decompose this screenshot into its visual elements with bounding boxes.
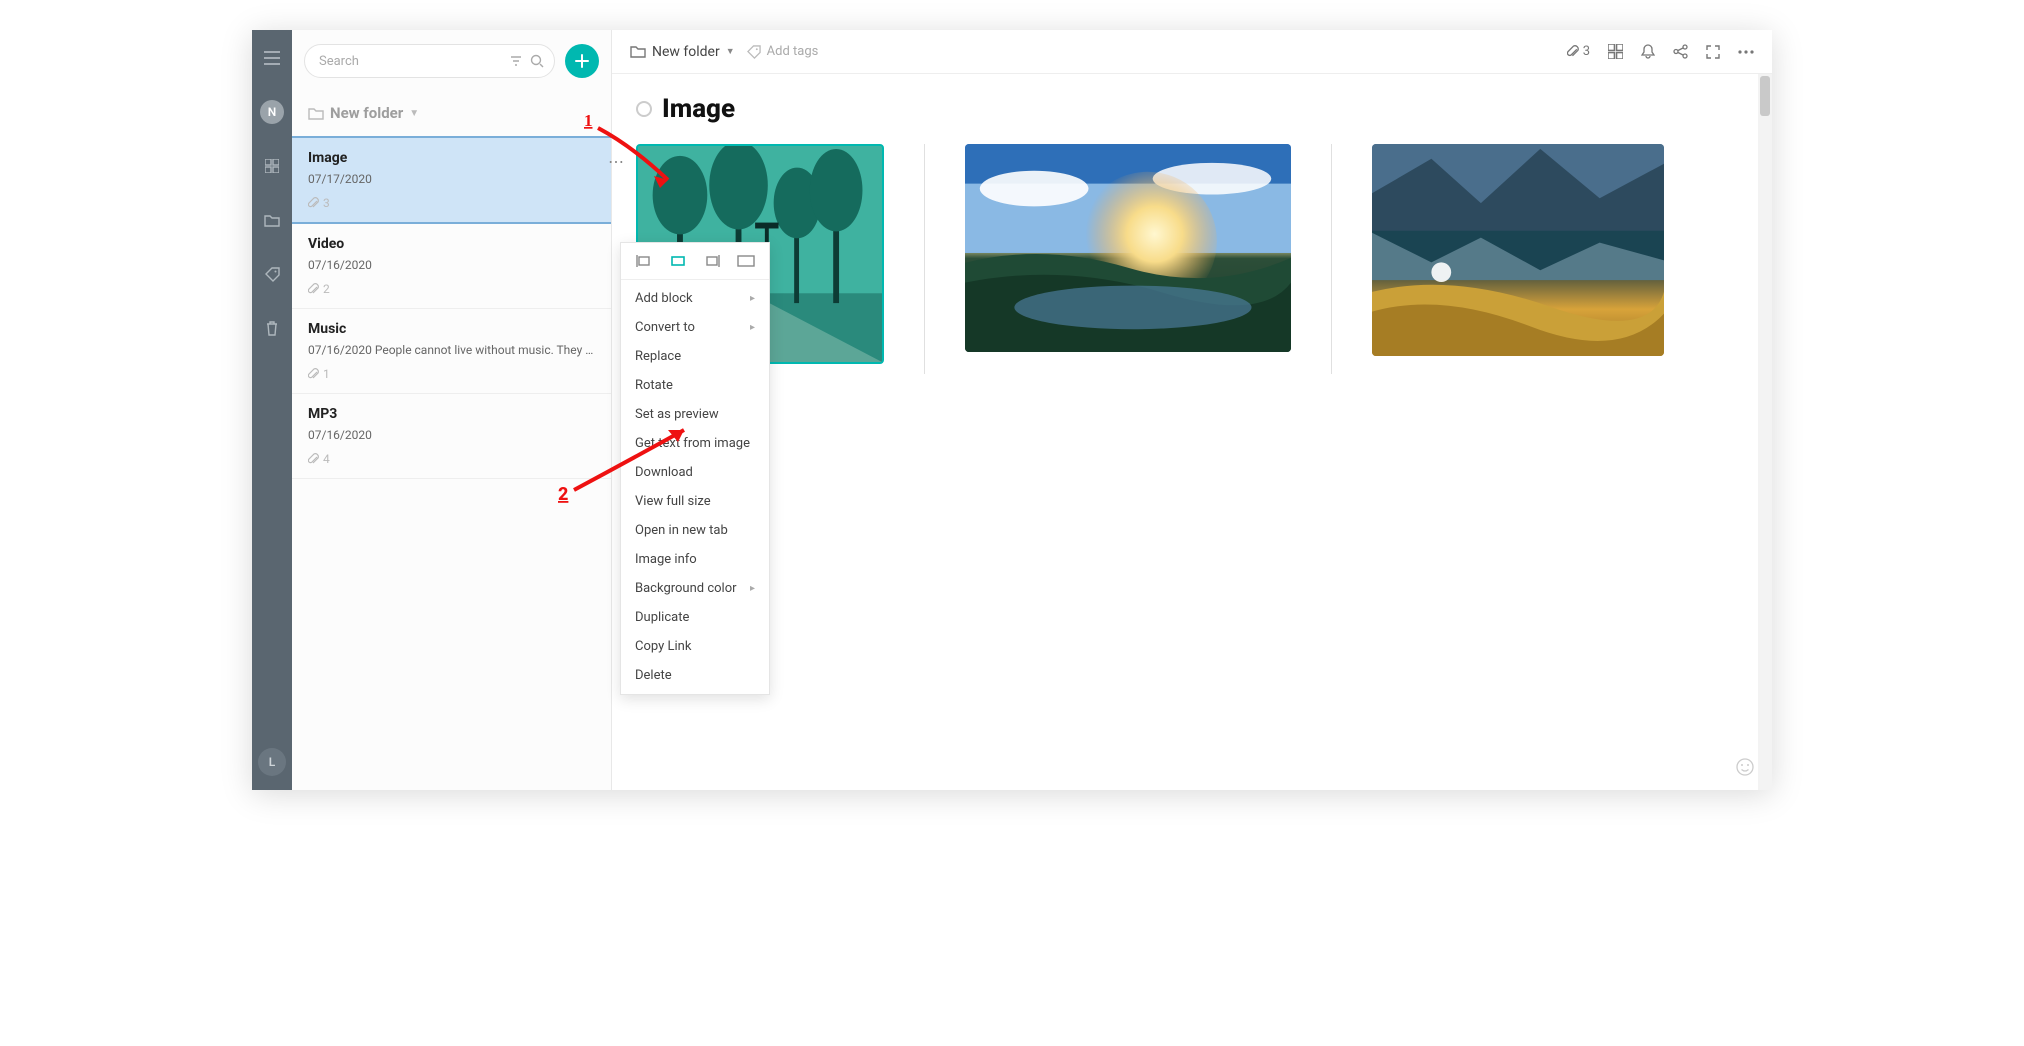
breadcrumb-label: New folder — [652, 44, 720, 60]
ctx-delete[interactable]: Delete — [621, 661, 769, 690]
add-button[interactable] — [565, 44, 599, 78]
ctx-open-tab[interactable]: Open in new tab — [621, 516, 769, 545]
chevron-right-icon: ▸ — [750, 583, 755, 594]
list-item-att: 2 — [323, 282, 330, 296]
size-full-icon[interactable] — [736, 253, 756, 269]
tag-icon[interactable] — [260, 262, 284, 286]
chevron-down-icon: ▼ — [726, 46, 735, 57]
attachments-button[interactable]: 3 — [1567, 44, 1590, 59]
user-avatar-top[interactable]: N — [260, 100, 284, 124]
layout-icon[interactable] — [1608, 44, 1623, 59]
emoji-icon[interactable] — [1736, 758, 1754, 776]
ctx-replace[interactable]: Replace — [621, 342, 769, 371]
folder-label: New folder — [330, 104, 403, 122]
context-size-row — [621, 243, 769, 280]
search-box[interactable] — [304, 44, 555, 78]
ctx-duplicate[interactable]: Duplicate — [621, 603, 769, 632]
add-tags-label: Add tags — [767, 44, 819, 59]
image-row: ⋯ — [630, 144, 1754, 385]
chevron-down-icon: ▼ — [409, 108, 419, 119]
ctx-rotate[interactable]: Rotate — [621, 371, 769, 400]
list-item-date: 07/16/2020 — [308, 258, 595, 272]
list-item-title: Music — [308, 321, 595, 337]
list-item-att: 4 — [323, 452, 330, 466]
chevron-right-icon: ▸ — [750, 322, 755, 333]
context-menu: Add block▸ Convert to▸ Replace Rotate Se… — [620, 242, 770, 695]
app-shell: N L — [252, 30, 1772, 790]
folder-icon[interactable] — [260, 208, 284, 232]
more-icon[interactable] — [1738, 50, 1754, 54]
paperclip-icon — [308, 453, 319, 465]
list-item[interactable]: Image 07/17/2020 3 — [292, 136, 611, 224]
nav-rail: N L — [252, 30, 292, 790]
paperclip-icon — [308, 197, 319, 209]
ctx-image-info[interactable]: Image info — [621, 545, 769, 574]
menu-icon[interactable] — [260, 46, 284, 70]
size-align-left-icon[interactable] — [634, 253, 654, 269]
context-menu-list: Add block▸ Convert to▸ Replace Rotate Se… — [621, 280, 769, 694]
image-separator — [924, 144, 925, 374]
list-item-att: 1 — [323, 367, 330, 381]
paperclip-icon — [308, 283, 319, 295]
image-more-handle[interactable]: ⋯ — [608, 152, 625, 171]
ctx-copy-link[interactable]: Copy Link — [621, 632, 769, 661]
ctx-bg-color[interactable]: Background color▸ — [621, 574, 769, 603]
search-icon[interactable] — [530, 54, 544, 68]
list-item[interactable]: Music 07/16/2020 People cannot live with… — [292, 309, 611, 394]
breadcrumb[interactable]: New folder ▼ — [630, 44, 735, 60]
ctx-add-block[interactable]: Add block▸ — [621, 284, 769, 313]
paperclip-icon — [308, 368, 319, 380]
top-actions: 3 — [1567, 44, 1754, 59]
list-item-att: 3 — [323, 196, 330, 210]
list-item-title: Video — [308, 236, 595, 252]
ctx-view-full[interactable]: View full size — [621, 487, 769, 516]
chevron-right-icon: ▸ — [750, 293, 755, 304]
ctx-download[interactable]: Download — [621, 458, 769, 487]
image-separator — [1331, 144, 1332, 374]
content: Image ⋯ — [612, 74, 1772, 403]
image-3[interactable] — [1372, 144, 1664, 356]
ctx-get-text[interactable]: Get text from image — [621, 429, 769, 458]
sidebar: New folder ▼ Image 07/17/2020 3 Video 07… — [292, 30, 612, 790]
attachments-count: 3 — [1583, 44, 1590, 59]
title-bullet[interactable] — [636, 101, 652, 117]
list-item[interactable]: MP3 07/16/2020 4 — [292, 394, 611, 479]
list-item[interactable]: Video 07/16/2020 2 — [292, 224, 611, 309]
list-item-date: 07/17/2020 — [308, 172, 595, 186]
main-area: New folder ▼ Add tags 3 Image — [612, 30, 1772, 790]
list-item-desc: 07/16/2020 People cannot live without mu… — [308, 343, 595, 357]
main-topbar: New folder ▼ Add tags 3 — [612, 30, 1772, 74]
apps-icon[interactable] — [260, 154, 284, 178]
share-icon[interactable] — [1673, 44, 1688, 59]
size-medium-icon[interactable] — [668, 253, 688, 269]
ctx-convert-to[interactable]: Convert to▸ — [621, 313, 769, 342]
ctx-set-preview[interactable]: Set as preview — [621, 400, 769, 429]
size-align-right-icon[interactable] — [702, 253, 722, 269]
list-item-date: 07/16/2020 — [308, 428, 595, 442]
bell-icon[interactable] — [1641, 44, 1655, 59]
expand-icon[interactable] — [1706, 45, 1720, 59]
filter-icon[interactable] — [510, 55, 522, 67]
image-2[interactable] — [965, 144, 1291, 352]
user-avatar-bottom[interactable]: L — [258, 748, 286, 776]
page-title: Image — [662, 94, 735, 124]
list-item-title: MP3 — [308, 406, 595, 422]
list-item-title: Image — [308, 150, 595, 166]
search-input[interactable] — [319, 54, 510, 69]
folder-header[interactable]: New folder ▼ — [292, 90, 611, 136]
add-tags-button[interactable]: Add tags — [747, 44, 819, 59]
trash-icon[interactable] — [260, 316, 284, 340]
